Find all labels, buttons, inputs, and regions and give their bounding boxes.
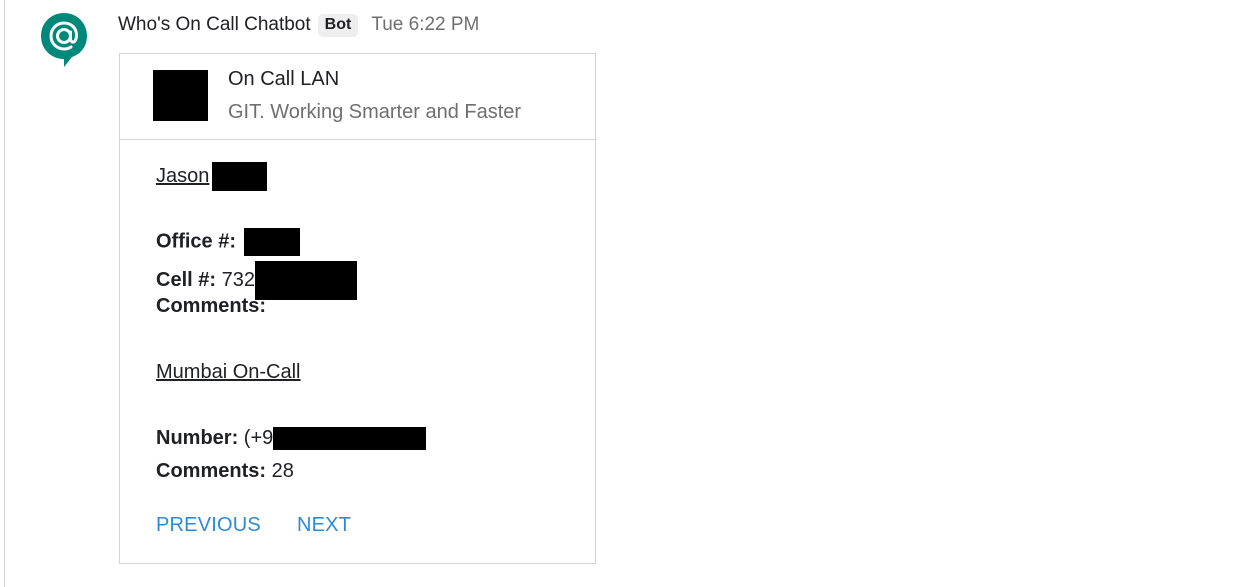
bot-avatar[interactable] — [40, 12, 88, 68]
card-actions: PREVIOUS NEXT — [156, 514, 351, 537]
primary-contact-row: Jason — [156, 162, 268, 191]
secondary-comments-value: 28 — [271, 460, 294, 482]
redacted-block — [254, 261, 357, 300]
secondary-comments-label: Comments: — [156, 460, 267, 482]
number-row: Number: (+9 — [156, 426, 427, 451]
message-header: Who's On Call Chatbot Bot Tue 6:22 PM — [118, 12, 479, 38]
bot-badge: Bot — [317, 13, 359, 37]
message-timestamp: Tue 6:22 PM — [371, 14, 480, 35]
comments-label: Comments: — [156, 295, 267, 317]
primary-contact-name: Jason — [156, 164, 210, 187]
office-row: Office #: — [156, 228, 300, 256]
redacted-block — [243, 228, 300, 256]
secondary-contact-row: Mumbai On-Call — [156, 360, 300, 384]
redacted-block — [273, 427, 427, 451]
secondary-comments-row: Comments: 28 — [156, 459, 294, 483]
primary-contact-link[interactable]: Jason — [156, 162, 268, 191]
redacted-block — [212, 162, 268, 191]
sender-name[interactable]: Who's On Call Chatbot — [118, 14, 311, 36]
cell-value: 732 — [221, 268, 255, 291]
oncall-card: On Call LAN GIT. Working Smarter and Fas… — [119, 53, 596, 564]
office-label: Office #: — [156, 230, 237, 253]
previous-button[interactable]: PREVIOUS — [156, 514, 261, 537]
number-value: (+9 — [243, 427, 274, 449]
card-title: On Call LAN — [228, 68, 340, 90]
card-header: On Call LAN GIT. Working Smarter and Fas… — [120, 54, 595, 140]
cell-label: Cell #: — [156, 268, 217, 291]
card-header-image — [153, 70, 208, 121]
left-divider — [4, 0, 5, 587]
next-button[interactable]: NEXT — [297, 514, 351, 537]
chat-page: Who's On Call Chatbot Bot Tue 6:22 PM On… — [0, 0, 1252, 587]
card-subtitle: GIT. Working Smarter and Faster — [228, 101, 522, 123]
number-label: Number: — [156, 427, 239, 449]
secondary-contact-link[interactable]: Mumbai On-Call — [156, 361, 300, 383]
at-sign-chat-icon — [41, 13, 87, 67]
comments-row: Comments: — [156, 294, 266, 318]
